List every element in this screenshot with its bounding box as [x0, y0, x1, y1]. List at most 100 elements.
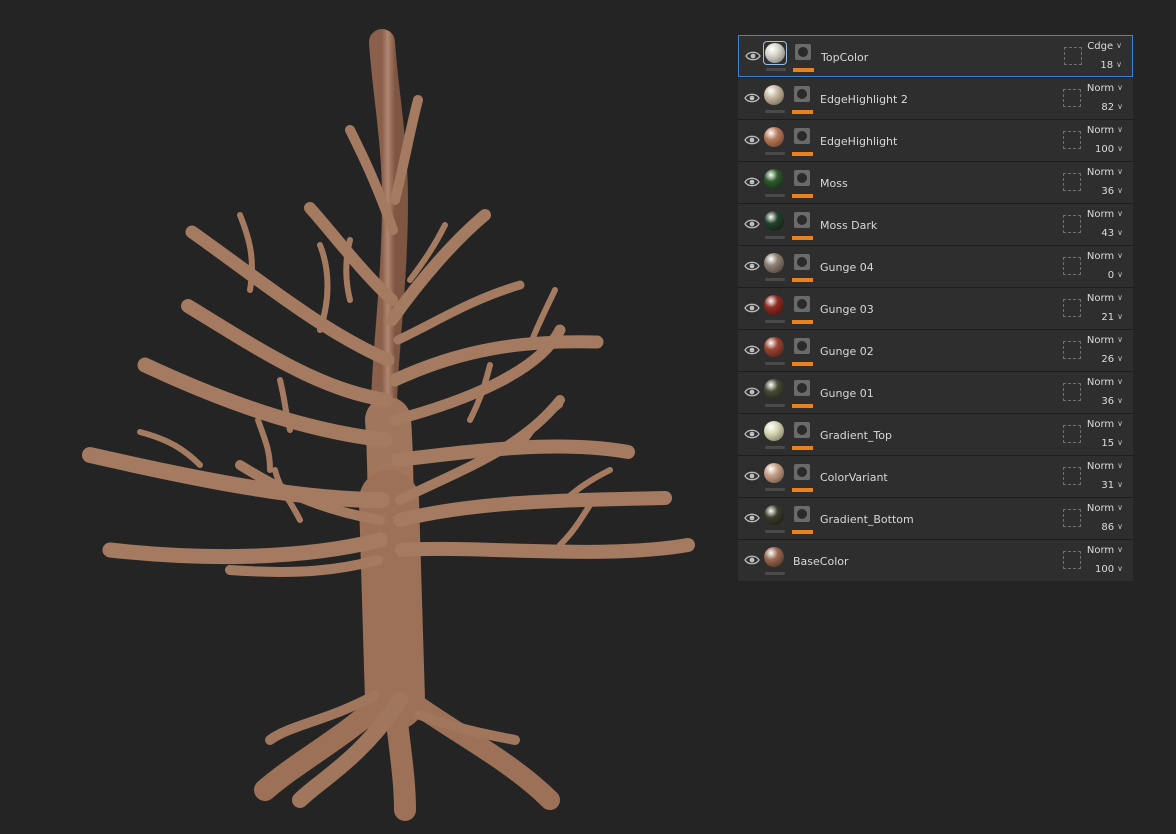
layer-row[interactable]: Gradient_Bottom Norm ∨ 86 ∨	[738, 497, 1133, 539]
eye-icon[interactable]	[744, 384, 760, 400]
opacity-dropdown[interactable]: 100 ∨	[1095, 144, 1123, 155]
3d-viewport[interactable]	[0, 0, 730, 834]
blend-mode-dropdown[interactable]: Norm ∨	[1087, 83, 1123, 94]
material-thumbnail[interactable]	[763, 504, 785, 526]
blend-mode-dropdown[interactable]: Norm ∨	[1087, 293, 1123, 304]
mask-icon[interactable]	[794, 338, 810, 354]
material-thumbnail[interactable]	[763, 378, 785, 400]
layer-name: Gunge 04	[820, 261, 874, 274]
layer-extra-slot[interactable]	[1064, 47, 1082, 65]
thumbnail-bar	[765, 530, 785, 533]
material-thumbnail[interactable]	[763, 126, 785, 148]
eye-icon[interactable]	[744, 468, 760, 484]
eye-icon[interactable]	[744, 132, 760, 148]
eye-icon[interactable]	[744, 552, 760, 568]
blend-mode-dropdown[interactable]: Norm ∨	[1087, 335, 1123, 346]
opacity-value: 43	[1101, 228, 1115, 239]
layer-extra-slot[interactable]	[1063, 425, 1081, 443]
material-thumbnail[interactable]	[763, 546, 785, 568]
blend-mode-dropdown[interactable]: Norm ∨	[1087, 377, 1123, 388]
layer-extra-slot[interactable]	[1063, 131, 1081, 149]
layer-extra-slot[interactable]	[1063, 383, 1081, 401]
eye-icon[interactable]	[744, 300, 760, 316]
layer-row[interactable]: Gunge 01 Norm ∨ 36 ∨	[738, 371, 1133, 413]
opacity-dropdown[interactable]: 15 ∨	[1101, 438, 1123, 449]
layer-row[interactable]: Moss Norm ∨ 36 ∨	[738, 161, 1133, 203]
mask-icon[interactable]	[794, 170, 810, 186]
layer-row[interactable]: Gradient_Top Norm ∨ 15 ∨	[738, 413, 1133, 455]
opacity-dropdown[interactable]: 86 ∨	[1101, 522, 1123, 533]
blend-mode-dropdown[interactable]: Norm ∨	[1087, 125, 1123, 136]
blend-mode-dropdown[interactable]: Norm ∨	[1087, 503, 1123, 514]
layer-row[interactable]: Moss Dark Norm ∨ 43 ∨	[738, 203, 1133, 245]
mask-icon[interactable]	[794, 380, 810, 396]
layer-extra-slot[interactable]	[1063, 299, 1081, 317]
layer-extra-slot[interactable]	[1063, 215, 1081, 233]
mask-icon[interactable]	[794, 422, 810, 438]
opacity-dropdown[interactable]: 82 ∨	[1101, 102, 1123, 113]
eye-icon[interactable]	[745, 48, 761, 64]
material-thumbnail[interactable]	[763, 84, 785, 106]
material-thumbnail[interactable]	[763, 252, 785, 274]
layer-row[interactable]: TopColor Cdge ∨ 18 ∨	[738, 35, 1133, 77]
blend-mode-dropdown[interactable]: Norm ∨	[1087, 251, 1123, 262]
eye-icon[interactable]	[744, 342, 760, 358]
layer-extra-slot[interactable]	[1063, 341, 1081, 359]
material-thumbnail[interactable]	[763, 420, 785, 442]
eye-icon[interactable]	[744, 258, 760, 274]
mask-icon[interactable]	[794, 506, 810, 522]
eye-icon[interactable]	[744, 174, 760, 190]
layer-extra-slot[interactable]	[1063, 509, 1081, 527]
chevron-down-icon: ∨	[1117, 461, 1123, 470]
layer-extra-slot[interactable]	[1063, 467, 1081, 485]
mask-icon[interactable]	[794, 254, 810, 270]
opacity-dropdown[interactable]: 43 ∨	[1101, 228, 1123, 239]
blend-mode-dropdown[interactable]: Norm ∨	[1087, 209, 1123, 220]
opacity-dropdown[interactable]: 100 ∨	[1095, 564, 1123, 575]
blend-mode-dropdown[interactable]: Norm ∨	[1087, 545, 1123, 556]
thumbnail-bar	[765, 152, 785, 155]
layer-row[interactable]: EdgeHighlight 2 Norm ∨ 82 ∨	[738, 77, 1133, 119]
mask-icon[interactable]	[794, 464, 810, 480]
opacity-dropdown[interactable]: 0 ∨	[1108, 270, 1123, 281]
mask-icon[interactable]	[794, 212, 810, 228]
opacity-dropdown[interactable]: 18 ∨	[1100, 60, 1122, 71]
layer-extra-slot[interactable]	[1063, 551, 1081, 569]
mask-icon[interactable]	[795, 44, 811, 60]
eye-icon[interactable]	[744, 90, 760, 106]
layer-row[interactable]: BaseColor Norm ∨ 100 ∨	[738, 539, 1133, 581]
layer-row[interactable]: Gunge 03 Norm ∨ 21 ∨	[738, 287, 1133, 329]
opacity-dropdown[interactable]: 26 ∨	[1101, 354, 1123, 365]
blend-mode-dropdown[interactable]: Cdge ∨	[1087, 41, 1122, 52]
mask-icon[interactable]	[794, 86, 810, 102]
opacity-dropdown[interactable]: 21 ∨	[1101, 312, 1123, 323]
eye-icon[interactable]	[744, 426, 760, 442]
eye-icon[interactable]	[744, 510, 760, 526]
layer-extra-slot[interactable]	[1063, 89, 1081, 107]
layer-extra-slot[interactable]	[1063, 257, 1081, 275]
layer-row[interactable]: Gunge 04 Norm ∨ 0 ∨	[738, 245, 1133, 287]
opacity-dropdown[interactable]: 36 ∨	[1101, 396, 1123, 407]
material-thumbnail[interactable]	[763, 41, 787, 65]
blend-mode-dropdown[interactable]: Norm ∨	[1087, 419, 1123, 430]
material-thumbnail[interactable]	[763, 168, 785, 190]
material-thumbnail[interactable]	[763, 336, 785, 358]
eye-icon[interactable]	[744, 216, 760, 232]
mask-indicator-bar	[792, 488, 813, 492]
mask-icon[interactable]	[794, 296, 810, 312]
material-thumbnail[interactable]	[763, 294, 785, 316]
layer-row[interactable]: EdgeHighlight Norm ∨ 100 ∨	[738, 119, 1133, 161]
thumbnail-bar	[765, 278, 785, 281]
material-thumbnail[interactable]	[763, 210, 785, 232]
material-thumbnail[interactable]	[763, 462, 785, 484]
layer-extra-slot[interactable]	[1063, 173, 1081, 191]
layer-row[interactable]: ColorVariant Norm ∨ 31 ∨	[738, 455, 1133, 497]
chevron-down-icon: ∨	[1117, 503, 1123, 512]
blend-mode-dropdown[interactable]: Norm ∨	[1087, 461, 1123, 472]
layer-name: Gradient_Top	[820, 429, 892, 442]
opacity-dropdown[interactable]: 31 ∨	[1101, 480, 1123, 491]
blend-mode-dropdown[interactable]: Norm ∨	[1087, 167, 1123, 178]
mask-icon[interactable]	[794, 128, 810, 144]
opacity-dropdown[interactable]: 36 ∨	[1101, 186, 1123, 197]
layer-row[interactable]: Gunge 02 Norm ∨ 26 ∨	[738, 329, 1133, 371]
